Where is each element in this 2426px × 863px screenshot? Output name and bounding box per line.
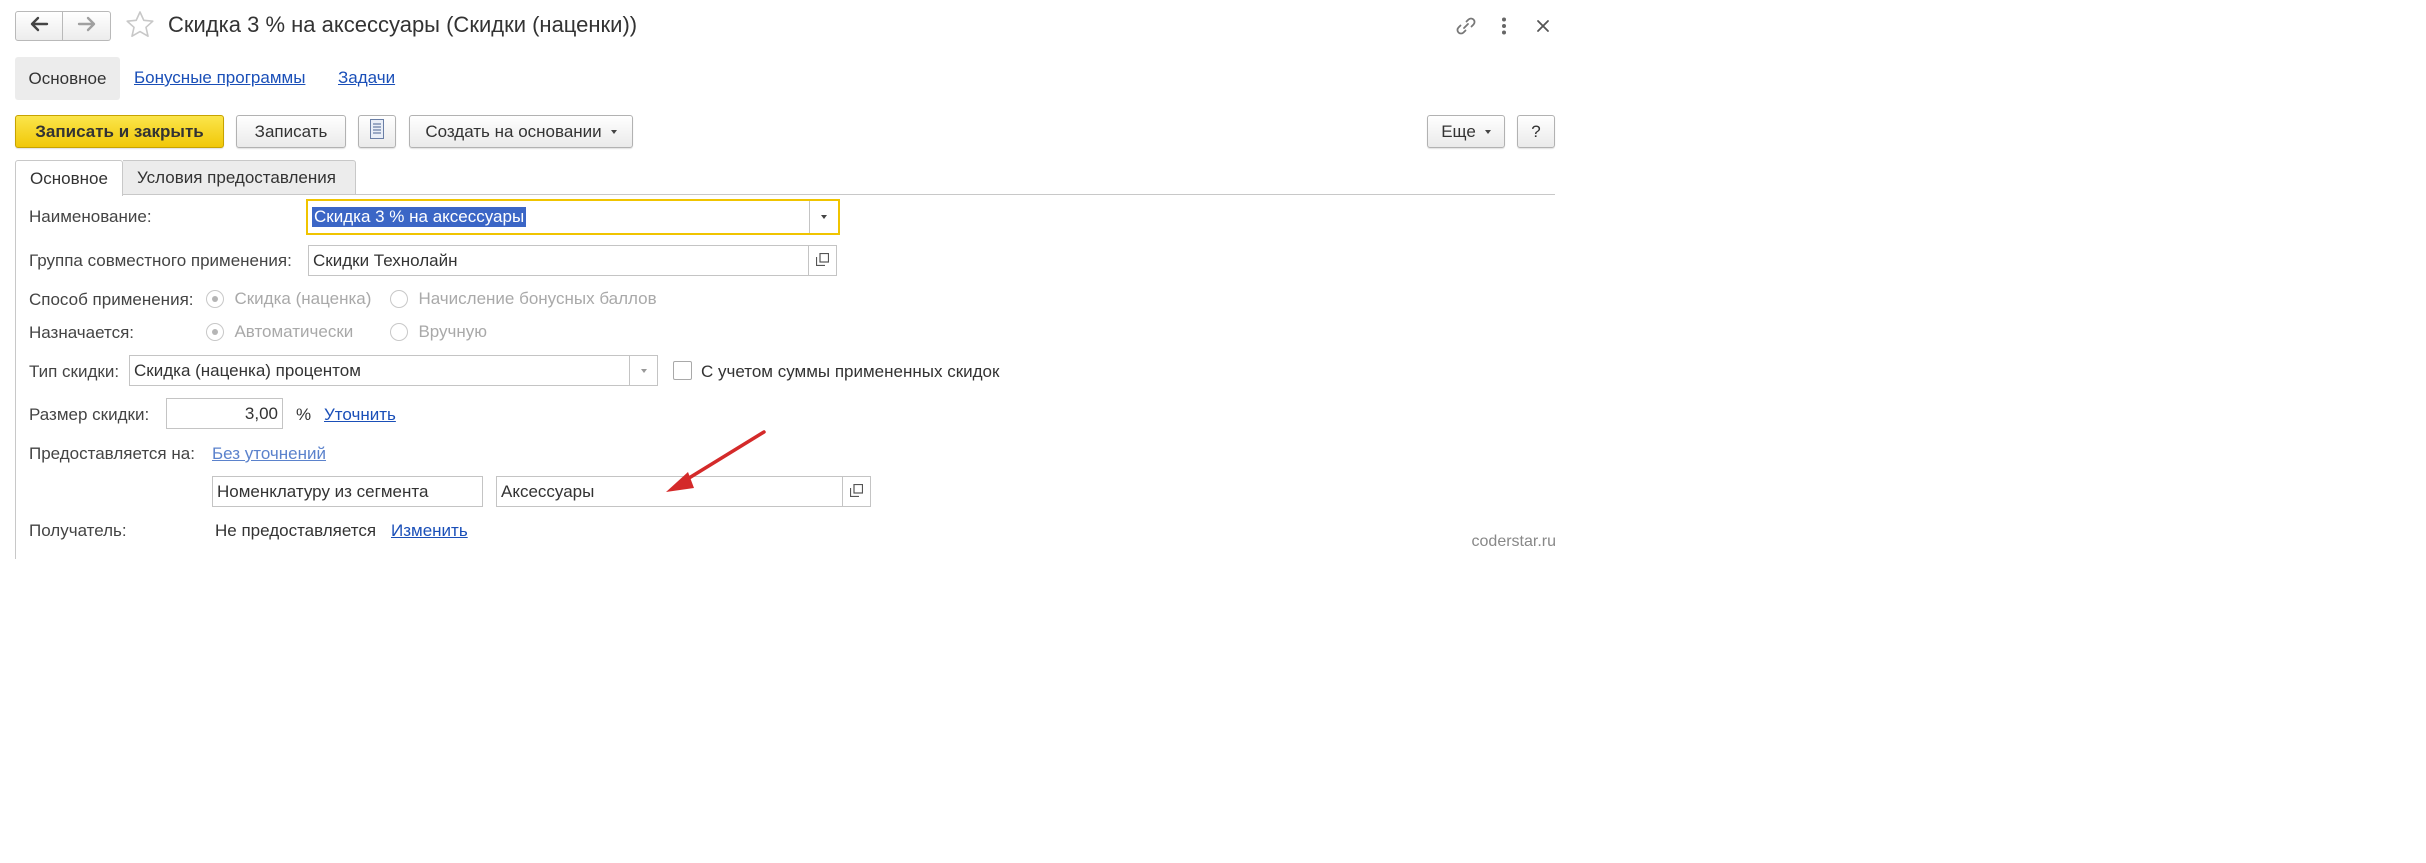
- segment-type-field[interactable]: Номенклатуру из сегмента: [212, 476, 483, 507]
- name-field[interactable]: Скидка 3 % на аксессуары: [306, 199, 840, 235]
- discount-type-dropdown-button[interactable]: [629, 356, 657, 385]
- window-title: Скидка 3 % на аксессуары (Скидки (наценк…: [168, 12, 638, 37]
- tab-conditions[interactable]: Условия предоставления: [123, 160, 356, 195]
- discount-type-value: Скидка (наценка) процентом: [134, 360, 361, 380]
- size-field[interactable]: 3,00: [166, 398, 283, 429]
- tab-panel-left-border: [15, 194, 16, 559]
- name-label: Наименование:: [29, 207, 152, 226]
- refine-link[interactable]: Уточнить: [324, 405, 396, 425]
- forward-button[interactable]: [63, 11, 111, 41]
- recipient-label: Получатель:: [29, 521, 127, 540]
- open-window-icon: [815, 251, 830, 271]
- assigned-option-manual[interactable]: Вручную: [390, 322, 487, 342]
- method-option-bonus-label: Начисление бонусных баллов: [418, 289, 657, 308]
- group-value: Скидки Технолайн: [313, 250, 458, 270]
- back-button[interactable]: [15, 11, 63, 41]
- tab-panel-border: [15, 194, 1555, 195]
- recipient-value: Не предоставляется: [215, 521, 377, 540]
- star-icon[interactable]: [124, 9, 156, 46]
- watermark: coderstar.ru: [1471, 533, 1556, 550]
- save-label: Записать: [254, 121, 328, 141]
- forward-arrow-icon: [77, 16, 97, 37]
- more-vertical-icon[interactable]: [1492, 14, 1516, 38]
- provided-link[interactable]: Без уточнений: [212, 444, 326, 464]
- save-button[interactable]: Записать: [236, 115, 346, 148]
- method-option-discount-label: Скидка (наценка): [234, 289, 372, 308]
- method-label: Способ применения:: [29, 290, 194, 309]
- help-label: ?: [1531, 121, 1541, 141]
- close-icon[interactable]: [1531, 14, 1555, 38]
- report-button[interactable]: [358, 115, 396, 148]
- more-button[interactable]: Еще: [1427, 115, 1505, 148]
- provided-label: Предоставляется на:: [29, 444, 195, 463]
- tab-conditions-label: Условия предоставления: [137, 167, 336, 187]
- method-option-discount[interactable]: Скидка (наценка): [206, 289, 371, 309]
- chevron-down-icon: [821, 215, 827, 219]
- create-based-on-button[interactable]: Создать на основании: [409, 115, 633, 148]
- link-icon[interactable]: [1454, 14, 1478, 38]
- radio-selected-icon: [206, 323, 224, 341]
- tab-main[interactable]: Основное: [15, 160, 123, 196]
- discount-type-field[interactable]: Скидка (наценка) процентом: [129, 355, 658, 386]
- section-nav-main-label: Основное: [28, 68, 107, 88]
- chevron-down-icon: [610, 129, 617, 134]
- group-open-button[interactable]: [808, 246, 836, 275]
- radio-selected-icon: [206, 290, 224, 308]
- more-label: Еще: [1441, 121, 1476, 141]
- size-value: 3,00: [244, 403, 278, 423]
- document-list-icon: [370, 119, 384, 144]
- radio-unselected-icon: [390, 323, 408, 341]
- section-nav-main[interactable]: Основное: [15, 57, 120, 100]
- help-button[interactable]: ?: [1517, 115, 1555, 148]
- assigned-option-manual-label: Вручную: [418, 322, 488, 341]
- consider-applied-label: С учетом суммы примененных скидок: [701, 362, 1000, 381]
- segment-target-value: Аксессуары: [501, 481, 595, 501]
- save-and-close-button[interactable]: Записать и закрыть: [15, 115, 224, 148]
- create-based-on-label: Создать на основании: [425, 121, 602, 141]
- assigned-option-auto[interactable]: Автоматически: [206, 322, 353, 342]
- annotation-arrow: [660, 428, 770, 503]
- size-label: Размер скидки:: [29, 405, 150, 424]
- assigned-option-auto-label: Автоматически: [234, 322, 354, 341]
- group-label: Группа совместного применения:: [29, 251, 292, 270]
- tab-main-label: Основное: [30, 168, 108, 188]
- size-unit: %: [296, 405, 312, 424]
- open-window-icon: [849, 482, 864, 502]
- save-and-close-label: Записать и закрыть: [35, 121, 204, 141]
- chevron-down-icon: [1484, 129, 1491, 134]
- segment-target-open-button[interactable]: [842, 477, 870, 506]
- group-field[interactable]: Скидки Технолайн: [308, 245, 837, 276]
- section-nav-tasks[interactable]: Задачи: [338, 68, 395, 88]
- discount-type-label: Тип скидки:: [29, 362, 120, 381]
- back-arrow-icon: [29, 16, 49, 37]
- method-option-bonus[interactable]: Начисление бонусных баллов: [390, 289, 657, 309]
- recipient-change-link[interactable]: Изменить: [391, 521, 468, 541]
- chevron-down-icon: [640, 368, 647, 373]
- section-nav-bonus-programs[interactable]: Бонусные программы: [134, 68, 305, 88]
- segment-type-value: Номенклатуру из сегмента: [217, 481, 429, 501]
- name-value: Скидка 3 % на аксессуары: [312, 207, 527, 227]
- consider-applied-checkbox[interactable]: [673, 361, 692, 380]
- assigned-label: Назначается:: [29, 323, 135, 342]
- radio-unselected-icon: [390, 290, 408, 308]
- name-dropdown-button[interactable]: [809, 201, 838, 233]
